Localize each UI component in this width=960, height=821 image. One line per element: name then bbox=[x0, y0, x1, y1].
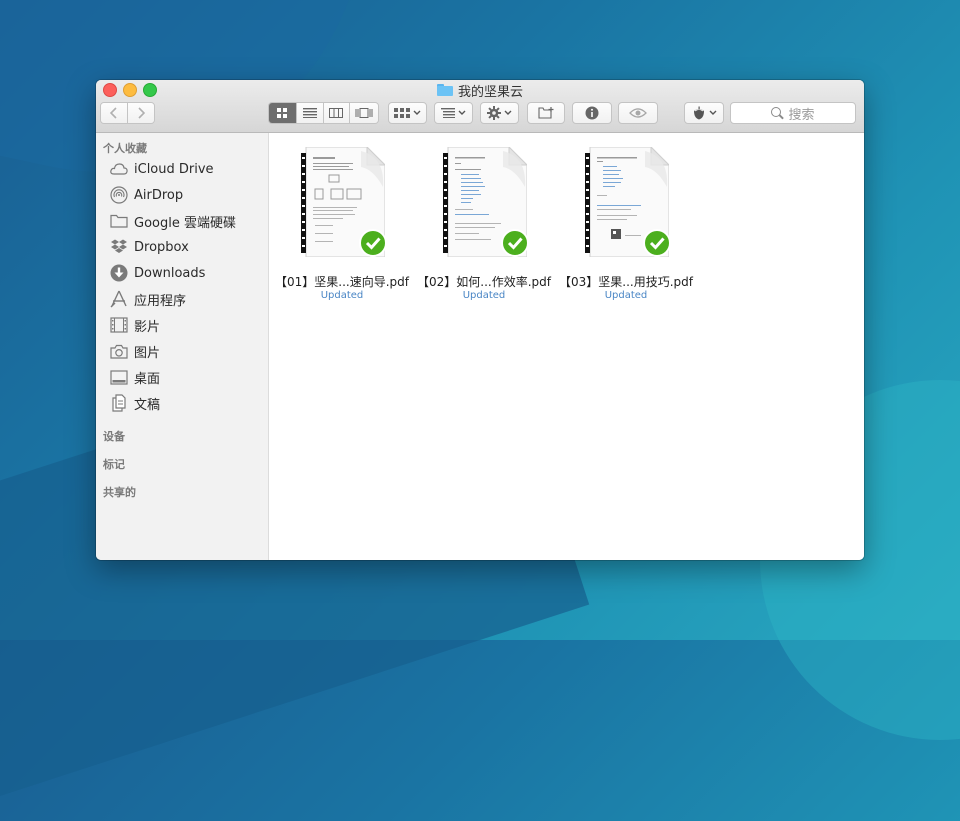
gear-icon bbox=[487, 106, 501, 120]
eye-icon bbox=[629, 108, 647, 118]
titlebar: 我的坚果云 搜索 bbox=[96, 80, 864, 133]
favorites-header: 个人收藏 bbox=[103, 142, 147, 155]
cover-flow-view-button[interactable] bbox=[350, 103, 378, 123]
sidebar-item-label: 图片 bbox=[134, 345, 161, 361]
file-name: 【02】如何...作效率.pdf bbox=[417, 275, 551, 289]
icon-view-button[interactable] bbox=[269, 103, 297, 123]
forward-button[interactable] bbox=[128, 103, 154, 123]
nav-buttons bbox=[100, 102, 155, 124]
info-icon bbox=[585, 106, 599, 120]
film-icon bbox=[110, 317, 128, 333]
finder-window: 我的坚果云 搜索 个人收藏 iCloud Drive AirDrop Googl… bbox=[96, 80, 864, 560]
sync-status: Updated bbox=[604, 290, 648, 301]
file-name: 【03】坚果...用技巧.pdf bbox=[559, 275, 693, 289]
cover-flow-icon bbox=[355, 108, 373, 118]
sidebar-item-google-drive[interactable]: Google 雲端硬碟 bbox=[110, 209, 236, 233]
nutstore-menu-button[interactable] bbox=[684, 102, 724, 124]
info-button[interactable] bbox=[572, 102, 612, 124]
applications-icon bbox=[110, 290, 127, 308]
quicklook-button[interactable] bbox=[618, 102, 658, 124]
airdrop-icon bbox=[110, 186, 128, 204]
chevron-down-icon bbox=[458, 110, 466, 115]
chevron-right-icon bbox=[138, 107, 145, 119]
sidebar-item-label: AirDrop bbox=[134, 187, 184, 203]
group-button[interactable] bbox=[388, 102, 427, 124]
camera-icon bbox=[110, 344, 128, 359]
sidebar-item-airdrop[interactable]: AirDrop bbox=[110, 183, 183, 207]
devices-header[interactable]: 设备 bbox=[103, 428, 125, 444]
chevron-down-icon bbox=[504, 110, 512, 115]
download-icon bbox=[110, 264, 128, 282]
sidebar-item-label: 影片 bbox=[134, 319, 161, 335]
sidebar-item-label: Google 雲端硬碟 bbox=[134, 215, 236, 231]
folder-icon bbox=[436, 84, 453, 96]
new-folder-button[interactable] bbox=[527, 102, 565, 124]
chevron-down-icon bbox=[709, 110, 716, 115]
sync-status: Updated bbox=[320, 290, 364, 301]
search-field[interactable]: 搜索 bbox=[730, 102, 856, 124]
list-icon bbox=[302, 108, 317, 118]
group-grid-icon bbox=[394, 108, 410, 118]
shared-header[interactable]: 共享的 bbox=[103, 484, 136, 500]
new-folder-icon bbox=[538, 107, 554, 119]
sidebar-item-label: 桌面 bbox=[134, 371, 161, 387]
arrange-list-icon bbox=[441, 108, 455, 118]
chevron-down-icon bbox=[413, 110, 421, 115]
file-item[interactable]: 【03】坚果...用技巧.pdf Updated bbox=[555, 133, 697, 313]
columns-icon bbox=[329, 108, 344, 118]
search-icon bbox=[771, 107, 785, 120]
grid-icon bbox=[277, 108, 288, 118]
sidebar-item-label: Dropbox bbox=[134, 239, 189, 255]
window-title: 我的坚果云 bbox=[96, 81, 864, 100]
chevron-left-icon bbox=[110, 107, 117, 119]
sidebar-item-movies[interactable]: 影片 bbox=[110, 313, 160, 337]
view-mode-segment bbox=[268, 102, 379, 124]
search-placeholder: 搜索 bbox=[788, 107, 815, 123]
sidebar-item-dropbox[interactable]: Dropbox bbox=[110, 235, 189, 259]
sidebar-item-label: 文稿 bbox=[134, 397, 161, 413]
sidebar-item-icloud-drive[interactable]: iCloud Drive bbox=[110, 157, 214, 181]
folder-icon bbox=[110, 214, 128, 228]
sidebar-item-downloads[interactable]: Downloads bbox=[110, 261, 205, 285]
column-view-button[interactable] bbox=[323, 103, 351, 123]
tags-header[interactable]: 标记 bbox=[103, 456, 125, 472]
file-item[interactable]: 【01】坚果...速向导.pdf Updated bbox=[271, 133, 413, 313]
sidebar: 个人收藏 iCloud Drive AirDrop Google 雲端硬碟 Dr… bbox=[96, 133, 269, 560]
file-item[interactable]: 【02】如何...作效率.pdf Updated bbox=[413, 133, 555, 313]
sidebar-item-applications[interactable]: 应用程序 bbox=[110, 287, 186, 311]
file-name: 【01】坚果...速向导.pdf bbox=[275, 275, 409, 289]
back-button[interactable] bbox=[101, 103, 128, 123]
acorn-icon bbox=[693, 106, 704, 120]
action-button[interactable] bbox=[480, 102, 519, 124]
arrange-button[interactable] bbox=[434, 102, 473, 124]
sidebar-item-documents[interactable]: 文稿 bbox=[110, 391, 160, 415]
cloud-icon bbox=[110, 163, 128, 175]
pdf-file-icon bbox=[301, 147, 385, 257]
sidebar-item-label: 应用程序 bbox=[134, 293, 187, 309]
documents-icon bbox=[112, 394, 126, 412]
file-browser: 【01】坚果...速向导.pdf Updated 【02】如何...作效率.pd… bbox=[269, 133, 864, 560]
desktop-icon bbox=[110, 369, 128, 385]
sidebar-item-pictures[interactable]: 图片 bbox=[110, 339, 160, 363]
sidebar-item-label: iCloud Drive bbox=[134, 161, 214, 177]
pdf-file-icon bbox=[585, 147, 669, 257]
sidebar-item-label: Downloads bbox=[134, 265, 206, 281]
sidebar-item-desktop[interactable]: 桌面 bbox=[110, 365, 160, 389]
pdf-file-icon bbox=[443, 147, 527, 257]
window-title-text: 我的坚果云 bbox=[457, 84, 523, 100]
dropbox-icon bbox=[111, 239, 127, 253]
list-view-button[interactable] bbox=[296, 103, 324, 123]
sync-status: Updated bbox=[462, 290, 506, 301]
